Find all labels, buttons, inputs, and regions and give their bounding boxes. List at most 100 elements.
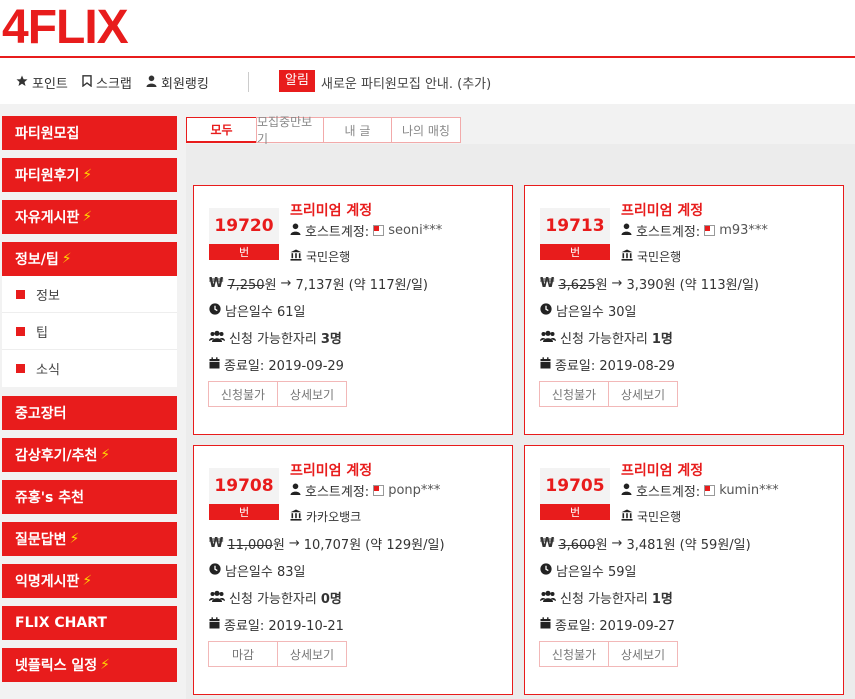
- host-account: 호스트계정: m93***: [621, 221, 768, 240]
- slots-row: 신청 가능한자리 1명: [540, 328, 673, 347]
- apply-button[interactable]: 신청불가: [208, 381, 278, 407]
- sidebar-item-info-tip[interactable]: 정보/팁 ⚡︎: [2, 242, 177, 276]
- post-number-box: 19713 번: [540, 208, 610, 260]
- notice-link[interactable]: 새로운 파티원모집 안내. (추가): [321, 73, 491, 92]
- calendar-icon: [540, 616, 551, 633]
- calendar-icon: [540, 356, 551, 373]
- clock-icon: [540, 302, 552, 319]
- notice-badge: 알림: [279, 70, 315, 92]
- sidebar-item-free-board[interactable]: 자유게시판 ⚡︎: [2, 200, 177, 234]
- sidebar-item-flix-chart[interactable]: FLIX CHART: [2, 606, 177, 640]
- sidebar-item-party-review[interactable]: 파티원후기 ⚡︎: [2, 158, 177, 192]
- host-label: 호스트계정:: [305, 485, 370, 500]
- post-number-suffix: 번: [540, 244, 610, 260]
- post-number: 19705: [540, 468, 610, 504]
- tab-my-matching[interactable]: 나의 매칭: [391, 117, 461, 143]
- tab-all[interactable]: 모두: [186, 117, 257, 143]
- scrap-link[interactable]: 스크랩: [82, 73, 132, 92]
- sidebar-item-market[interactable]: 중고장터: [2, 396, 177, 430]
- post-number-suffix: 번: [209, 504, 279, 520]
- post-number-suffix: 번: [540, 504, 610, 520]
- card-title[interactable]: 프리미엄 계정: [621, 460, 703, 480]
- host-label: 호스트계정:: [305, 225, 370, 240]
- tab-my-posts[interactable]: 내 글: [323, 117, 392, 143]
- submenu-item-info[interactable]: 정보: [2, 276, 177, 313]
- detail-button[interactable]: 상세보기: [608, 381, 678, 407]
- new-price: 3,481원: [626, 538, 676, 553]
- users-icon: [209, 590, 225, 606]
- host-account: 호스트계정: ponp***: [290, 481, 440, 500]
- sidebar-item-label: 넷플릭스 일정: [15, 658, 98, 674]
- sidebar-item-label: 질문답변: [15, 532, 67, 548]
- days-left: 남은일수 61일: [225, 305, 306, 320]
- sidebar-item-netflix-schedule[interactable]: 넷플릭스 일정 ⚡︎: [2, 648, 177, 682]
- lightning-icon: ⚡︎: [100, 447, 111, 463]
- bank-info: 카카오뱅크: [290, 508, 361, 525]
- sidebar-item-party-recruit[interactable]: 파티원모집: [2, 116, 177, 150]
- slots-count: 3명: [320, 332, 342, 347]
- closed-button[interactable]: 마감: [208, 641, 278, 667]
- card-title[interactable]: 프리미엄 계정: [290, 460, 372, 480]
- bank-icon: [290, 509, 302, 524]
- host-name[interactable]: seoni***: [388, 223, 442, 238]
- arrow-icon: →: [611, 276, 623, 291]
- days-left: 남은일수 59일: [556, 565, 637, 580]
- card-title[interactable]: 프리미엄 계정: [290, 200, 372, 220]
- host-account: 호스트계정: kumin***: [621, 481, 779, 500]
- lightning-icon: ⚡︎: [61, 251, 72, 267]
- users-icon: [209, 330, 225, 346]
- new-price: 3,390원: [626, 278, 676, 293]
- member-avatar-icon: [704, 485, 716, 496]
- submenu-item-news[interactable]: 소식: [2, 350, 177, 387]
- sidebar-item-label: 중고장터: [15, 406, 67, 422]
- price-row: ₩ 3,600원 → 3,481원 (약 59원/일): [540, 534, 751, 553]
- slots-label: 신청 가능한자리: [560, 592, 648, 607]
- submenu-label: 정보: [36, 288, 60, 304]
- host-label: 호스트계정:: [636, 225, 701, 240]
- detail-button[interactable]: 상세보기: [608, 641, 678, 667]
- tab-recruiting-only[interactable]: 모집중만보기: [256, 115, 324, 146]
- host-name[interactable]: ponp***: [388, 483, 440, 498]
- sidebar-item-label: 감상후기/추천: [15, 448, 98, 464]
- sidebar-item-label: 익명게시판: [15, 574, 80, 590]
- price-row: ₩ 3,625원 → 3,390원 (약 113원/일): [540, 274, 759, 293]
- sidebar-item-juhong-recommend[interactable]: 쥬홍's 추천: [2, 480, 177, 514]
- host-name[interactable]: kumin***: [719, 483, 778, 498]
- card-title[interactable]: 프리미엄 계정: [621, 200, 703, 220]
- days-left-row: 남은일수 59일: [540, 561, 636, 580]
- user-icon: [290, 483, 301, 499]
- party-card: 19713 번 프리미엄 계정 호스트계정: m93*** 국민은행 ₩ 3,6…: [524, 185, 844, 435]
- clock-icon: [209, 562, 221, 579]
- slots-label: 신청 가능한자리: [229, 592, 317, 607]
- submenu-item-tip[interactable]: 팁: [2, 313, 177, 350]
- scrap-label: 스크랩: [96, 77, 132, 92]
- arrow-icon: →: [288, 536, 300, 551]
- sidebar-item-qna[interactable]: 질문답변 ⚡︎: [2, 522, 177, 556]
- per-day-price: (약 113원/일): [679, 278, 759, 293]
- lightning-icon: ⚡︎: [69, 531, 80, 547]
- end-date-row: 종료일: 2019-09-27: [540, 615, 675, 634]
- new-price: 10,707원: [303, 538, 362, 553]
- new-price: 7,137원: [295, 278, 345, 293]
- original-price: 11,000: [227, 538, 273, 553]
- bank-name: 국민은행: [637, 510, 682, 524]
- bank-name: 국민은행: [306, 250, 351, 264]
- sidebar-item-review-recommend[interactable]: 감상후기/추천 ⚡︎: [2, 438, 177, 472]
- clock-icon: [209, 302, 221, 319]
- lightning-icon: ⚡︎: [82, 209, 93, 225]
- host-name[interactable]: m93***: [719, 223, 768, 238]
- detail-button[interactable]: 상세보기: [277, 641, 347, 667]
- site-logo[interactable]: 4FLIX: [2, 2, 129, 54]
- lightning-icon: ⚡︎: [82, 573, 93, 589]
- apply-button[interactable]: 신청불가: [539, 381, 609, 407]
- users-icon: [540, 330, 556, 346]
- detail-button[interactable]: 상세보기: [277, 381, 347, 407]
- party-list: 19720 번 프리미엄 계정 호스트계정: seoni*** 국민은행 ₩ 7…: [186, 144, 855, 699]
- sidebar-item-anonymous-board[interactable]: 익명게시판 ⚡︎: [2, 564, 177, 598]
- slots-count: 1명: [651, 592, 673, 607]
- post-number: 19708: [209, 468, 279, 504]
- card-actions: 신청불가 상세보기: [208, 381, 347, 407]
- point-link[interactable]: 포인트: [16, 73, 68, 92]
- ranking-link[interactable]: 회원랭킹: [146, 73, 209, 92]
- apply-button[interactable]: 신청불가: [539, 641, 609, 667]
